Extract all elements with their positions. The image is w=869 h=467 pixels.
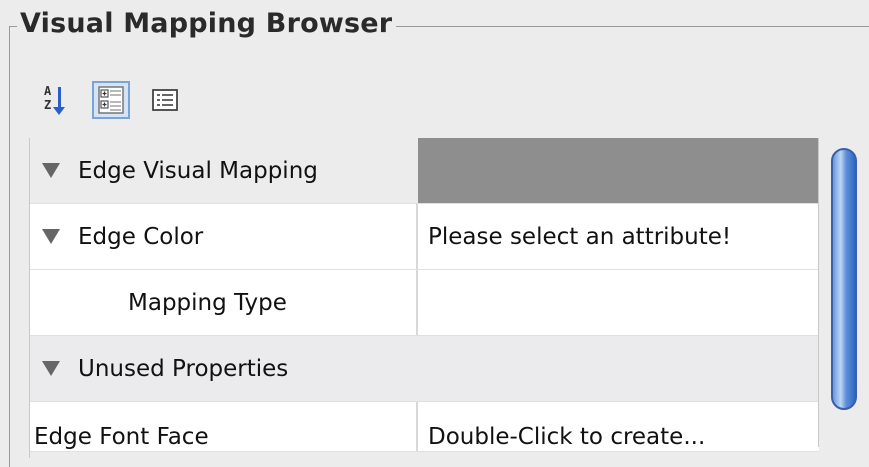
sort-az-icon: AZ bbox=[44, 84, 70, 116]
row-label: Unused Properties bbox=[78, 355, 289, 382]
row-value-cell[interactable]: Double-Click to create... bbox=[418, 402, 819, 451]
list-icon bbox=[152, 89, 178, 111]
list-view-button[interactable] bbox=[146, 81, 184, 119]
sort-arrow bbox=[53, 87, 65, 115]
categorized-view-button[interactable] bbox=[92, 81, 130, 119]
row-value-cell bbox=[418, 336, 819, 401]
category-row-unused-properties[interactable]: Unused Properties bbox=[30, 336, 819, 402]
row-value-cell bbox=[418, 138, 819, 203]
property-row-edge-color[interactable]: Edge Color Please select an attribute! bbox=[30, 204, 819, 270]
property-row-edge-font-face[interactable]: Edge Font Face Double-Click to create... bbox=[30, 402, 819, 452]
categorized-icon bbox=[98, 86, 124, 114]
property-sheet: Edge Visual Mapping Edge Color Please se… bbox=[29, 138, 819, 458]
row-label: Edge Color bbox=[78, 223, 204, 250]
expand-triangle-icon[interactable] bbox=[42, 163, 60, 178]
category-row-edge-visual-mapping[interactable]: Edge Visual Mapping bbox=[30, 138, 819, 204]
sort-az-label: AZ bbox=[44, 84, 52, 112]
row-label: Edge Visual Mapping bbox=[78, 157, 318, 184]
property-row-mapping-type[interactable]: Mapping Type bbox=[30, 270, 819, 336]
row-value-cell[interactable]: Please select an attribute! bbox=[418, 204, 819, 269]
panel-title: Visual Mapping Browser bbox=[17, 4, 397, 44]
sort-alphabetical-button[interactable]: AZ bbox=[38, 81, 76, 119]
vertical-scrollbar[interactable] bbox=[818, 138, 869, 447]
row-name-cell: Edge Color bbox=[30, 204, 418, 269]
row-label: Edge Font Face bbox=[34, 424, 209, 450]
expand-triangle-icon[interactable] bbox=[42, 229, 60, 244]
row-label: Mapping Type bbox=[128, 289, 287, 316]
row-name-cell: Edge Visual Mapping bbox=[30, 138, 418, 203]
row-name-cell: Unused Properties bbox=[30, 336, 418, 401]
scrollbar-thumb[interactable] bbox=[831, 148, 857, 410]
row-name-cell: Edge Font Face bbox=[30, 402, 418, 451]
row-name-cell: Mapping Type bbox=[30, 270, 418, 335]
row-value-cell[interactable] bbox=[418, 270, 819, 335]
expand-triangle-icon[interactable] bbox=[42, 361, 60, 376]
toolbar: AZ bbox=[38, 80, 200, 120]
